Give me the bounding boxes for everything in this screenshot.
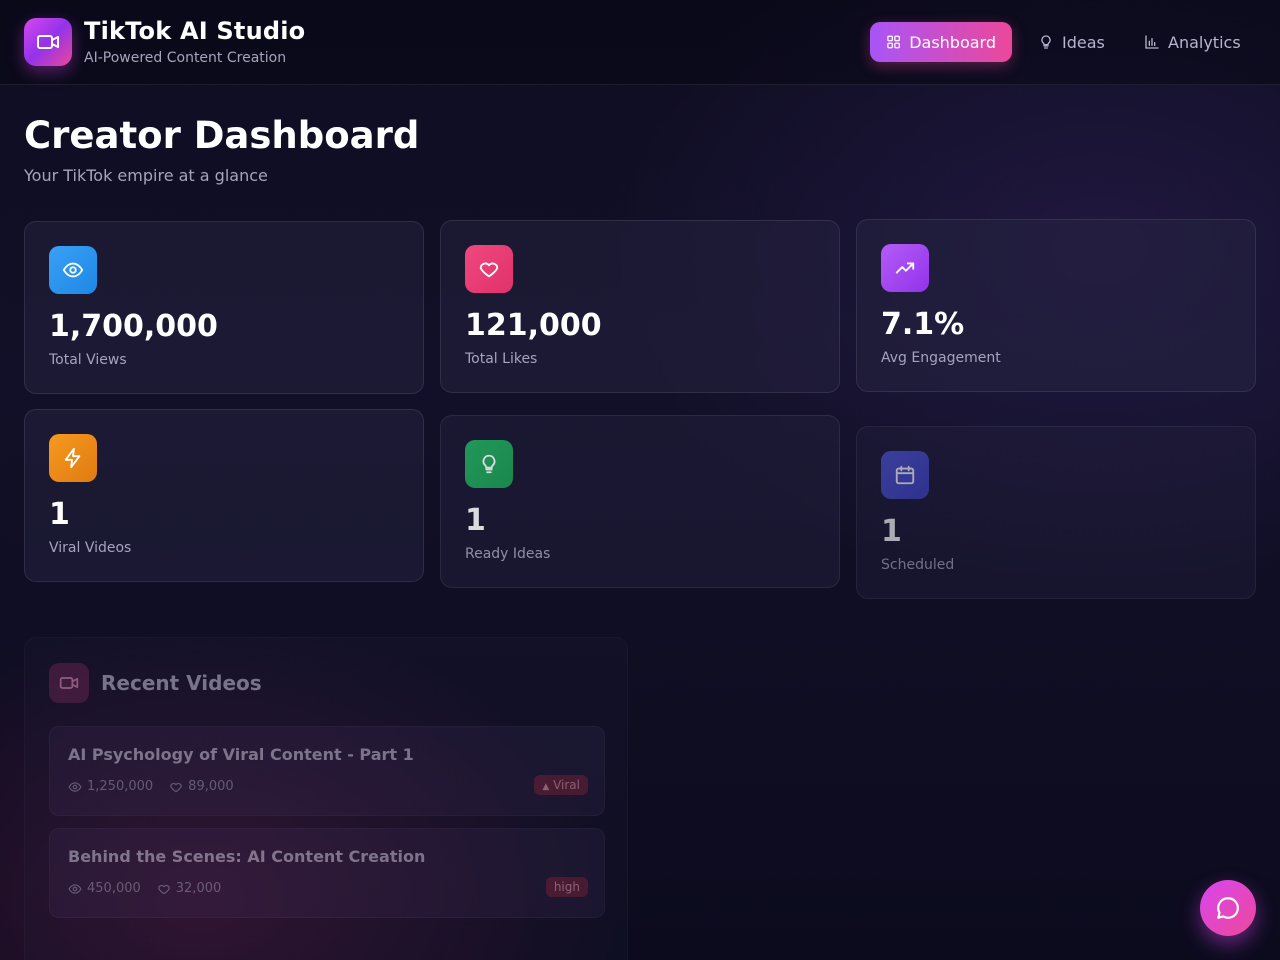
stat-label: Viral Videos	[49, 540, 132, 556]
stat-icon-box	[465, 245, 513, 293]
trending-up-icon: ▲	[542, 782, 550, 792]
video-item[interactable]: AI Psychology of Viral Content - Part 1 …	[49, 726, 605, 816]
stat-card-total-views: 1,700,000 Total Views	[24, 221, 424, 394]
eye-icon	[68, 781, 82, 792]
stat-icon-box	[49, 246, 97, 294]
stat-label: Total Views	[49, 352, 127, 368]
page-subtitle: Your TikTok empire at a glance	[24, 166, 268, 185]
heart-icon	[170, 782, 183, 792]
trending-up-icon	[895, 262, 915, 274]
stat-icon-box	[465, 440, 513, 488]
nav-dashboard-label: Dashboard	[909, 32, 996, 52]
recent-videos-panel: Recent Videos AI Psychology of Viral Con…	[24, 637, 628, 960]
heart-icon	[157, 884, 170, 894]
stat-label: Total Likes	[465, 351, 538, 367]
likes-value: 89,000	[188, 779, 234, 794]
stat-value: 121,000	[465, 308, 602, 343]
video-camera-icon	[37, 35, 59, 49]
lightbulb-icon	[1041, 35, 1051, 49]
nav-ideas-label: Ideas	[1062, 32, 1105, 52]
stat-value: 1	[881, 514, 902, 549]
stat-value: 1	[49, 497, 70, 532]
video-meta: 1,250,000 89,000	[68, 779, 234, 794]
heart-icon	[479, 262, 499, 278]
stat-icon-box	[49, 434, 97, 482]
eye-icon	[62, 262, 84, 278]
likes-value: 32,000	[175, 881, 222, 896]
app-title: TikTok AI Studio	[84, 17, 306, 45]
stat-card-total-likes: 121,000 Total Likes	[440, 220, 840, 393]
views-count: 1,250,000	[68, 779, 153, 794]
status-badge: high	[545, 877, 588, 897]
chat-button[interactable]	[1200, 880, 1256, 936]
grid-icon	[887, 35, 900, 49]
stat-card-viral-videos: 1 Viral Videos	[24, 409, 424, 582]
stat-icon-box	[881, 244, 929, 292]
stat-label: Avg Engagement	[881, 350, 1001, 366]
page-title: Creator Dashboard	[24, 114, 420, 157]
calendar-icon	[895, 465, 915, 485]
video-title: Behind the Scenes: AI Content Creation	[68, 847, 426, 866]
app-subtitle: AI-Powered Content Creation	[84, 50, 287, 66]
likes-count: 32,000	[157, 881, 222, 896]
views-value: 1,250,000	[87, 779, 154, 794]
app-header: TikTok AI Studio AI-Powered Content Crea…	[0, 0, 1280, 85]
nav-dashboard-button[interactable]: Dashboard	[870, 22, 1012, 62]
stat-card-ready-ideas: 1 Ready Ideas	[440, 415, 840, 588]
nav-analytics-button[interactable]: Analytics	[1128, 22, 1257, 62]
stat-value: 1,700,000	[49, 309, 218, 344]
recent-videos-icon-box	[49, 663, 89, 703]
views-count: 450,000	[68, 881, 141, 896]
eye-icon	[68, 883, 82, 894]
video-meta: 450,000 32,000	[68, 881, 221, 896]
nav-analytics-label: Analytics	[1168, 32, 1241, 52]
views-value: 450,000	[87, 881, 141, 896]
video-camera-icon	[59, 677, 79, 689]
status-badge: ▲ Viral	[534, 775, 588, 795]
stat-label: Scheduled	[881, 557, 955, 573]
video-title: AI Psychology of Viral Content - Part 1	[68, 745, 414, 764]
app-logo	[24, 18, 72, 66]
bar-chart-icon	[1145, 35, 1159, 49]
stat-label: Ready Ideas	[465, 546, 551, 562]
badge-label: Viral	[553, 778, 580, 792]
stat-icon-box	[881, 451, 929, 499]
lightbulb-icon	[482, 454, 496, 474]
nav-ideas-button[interactable]: Ideas	[1022, 22, 1121, 62]
chat-bubble-icon	[1217, 897, 1239, 919]
stat-card-avg-engagement: 7.1% Avg Engagement	[856, 219, 1256, 392]
stat-value: 1	[465, 503, 486, 538]
badge-label: high	[553, 880, 580, 894]
recent-videos-title: Recent Videos	[101, 671, 262, 695]
likes-count: 89,000	[169, 779, 234, 794]
stat-value: 7.1%	[881, 307, 965, 342]
stat-card-scheduled: 1 Scheduled	[856, 426, 1256, 599]
video-item[interactable]: Behind the Scenes: AI Content Creation 4…	[49, 828, 605, 918]
lightning-icon	[64, 447, 81, 469]
